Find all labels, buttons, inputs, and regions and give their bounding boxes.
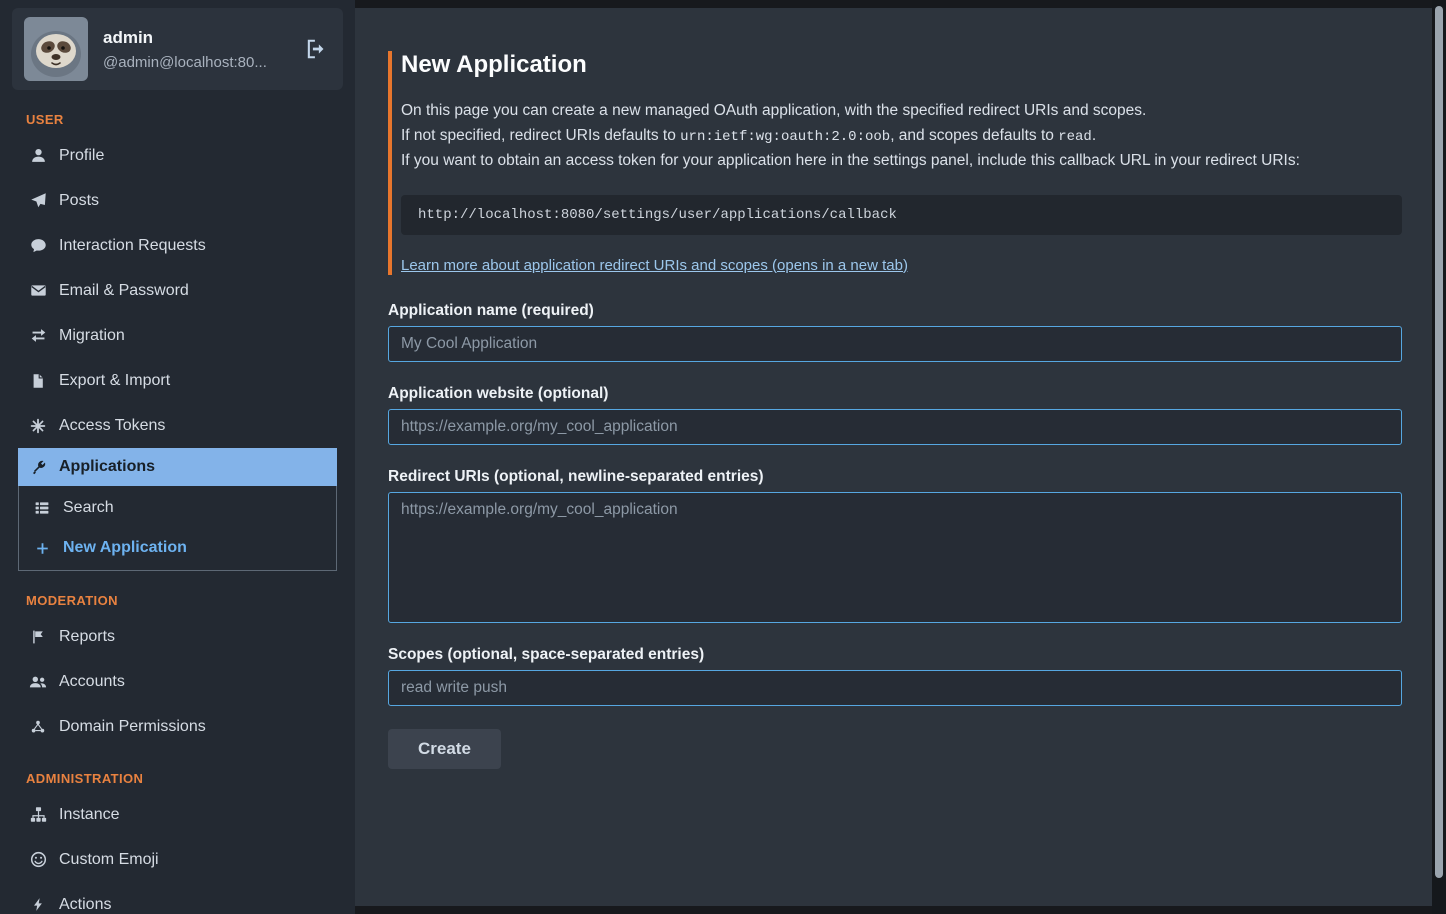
exchange-arrows-icon xyxy=(28,327,48,344)
sidebar-item-custom-emoji[interactable]: Custom Emoji xyxy=(18,837,337,882)
sitemap-icon xyxy=(28,806,48,823)
learn-more-link[interactable]: Learn more about application redirect UR… xyxy=(401,257,908,274)
sidebar-item-domain-permissions[interactable]: Domain Permissions xyxy=(18,704,337,749)
sidebar-nav: USER Profile Posts Interaction Requests … xyxy=(0,112,355,914)
avatar xyxy=(24,17,88,81)
smile-icon xyxy=(28,851,48,868)
scrollbar-track[interactable] xyxy=(1432,0,1446,914)
section-heading-moderation: MODERATION xyxy=(26,593,337,608)
intro-line-2-text: , and scopes defaults to xyxy=(890,127,1058,144)
sidebar-item-instance[interactable]: Instance xyxy=(18,792,337,837)
application-name-label: Application name (required) xyxy=(388,302,1402,320)
tools-icon xyxy=(28,459,48,476)
section-heading-administration: ADMINISTRATION xyxy=(26,771,337,786)
sidebar-item-label: Instance xyxy=(59,806,119,824)
sidebar-item-label: Applications xyxy=(59,458,155,476)
applications-submenu: Search New Application xyxy=(18,486,337,571)
sidebar-item-actions[interactable]: Actions xyxy=(18,882,337,914)
sidebar-item-label: Reports xyxy=(59,628,115,646)
sign-out-icon[interactable] xyxy=(305,38,327,60)
inline-code-oob: urn:ietf:wg:oauth:2.0:oob xyxy=(680,129,890,145)
sidebar-item-reports[interactable]: Reports xyxy=(18,614,337,659)
new-application-form: Application name (required) Application … xyxy=(388,302,1402,769)
new-application-intro: New Application On this page you can cre… xyxy=(388,51,1402,275)
sidebar-item-label: Search xyxy=(63,499,114,517)
sidebar-item-applications-new[interactable]: New Application xyxy=(19,528,336,568)
user-card[interactable]: admin @admin@localhost:80... xyxy=(12,8,343,90)
redirect-uris-textarea[interactable] xyxy=(388,492,1402,623)
sidebar-item-accounts[interactable]: Accounts xyxy=(18,659,337,704)
bolt-icon xyxy=(28,897,48,912)
list-icon xyxy=(32,500,52,516)
intro-line-2: If not specified, redirect URIs defaults… xyxy=(401,124,1402,150)
sidebar-item-label: Export & Import xyxy=(59,372,170,390)
sidebar-item-interaction-requests[interactable]: Interaction Requests xyxy=(18,223,337,268)
sidebar-item-export-import[interactable]: Export & Import xyxy=(18,358,337,403)
sidebar-item-label: Email & Password xyxy=(59,282,189,300)
user-icon xyxy=(28,147,48,164)
sidebar-item-profile[interactable]: Profile xyxy=(18,133,337,178)
paper-plane-icon xyxy=(28,192,48,209)
redirect-uris-label: Redirect URIs (optional, newline-separat… xyxy=(388,468,1402,486)
intro-line-1: On this page you can create a new manage… xyxy=(401,99,1402,124)
user-handle: @admin@localhost:80... xyxy=(103,54,267,71)
sidebar-item-label: Interaction Requests xyxy=(59,237,206,255)
application-website-input[interactable] xyxy=(388,409,1402,445)
comment-icon xyxy=(28,237,48,254)
page-title: New Application xyxy=(401,51,1402,79)
intro-line-3: If you want to obtain an access token fo… xyxy=(401,149,1402,174)
callback-url-codeblock: http://localhost:8080/settings/user/appl… xyxy=(401,195,1402,235)
user-name: admin xyxy=(103,28,267,48)
sidebar-item-label: Access Tokens xyxy=(59,417,165,435)
flag-icon xyxy=(28,629,48,645)
sidebar: admin @admin@localhost:80... USER Profil… xyxy=(0,0,355,914)
inline-code-read: read xyxy=(1058,129,1092,145)
envelope-icon xyxy=(28,282,48,299)
sidebar-item-label: Posts xyxy=(59,192,99,210)
intro-line-2-text: . xyxy=(1092,127,1096,144)
sidebar-item-label: Domain Permissions xyxy=(59,718,206,736)
network-dots-icon xyxy=(28,719,48,735)
asterisk-icon xyxy=(28,418,48,434)
file-export-icon xyxy=(28,373,48,389)
sidebar-item-label: Profile xyxy=(59,147,104,165)
intro-line-2-text: If not specified, redirect URIs defaults… xyxy=(401,127,680,144)
sidebar-item-label: Custom Emoji xyxy=(59,851,159,869)
application-name-input[interactable] xyxy=(388,326,1402,362)
create-button[interactable]: Create xyxy=(388,729,501,769)
sidebar-item-posts[interactable]: Posts xyxy=(18,178,337,223)
user-info: admin @admin@localhost:80... xyxy=(103,28,267,71)
sidebar-item-applications[interactable]: Applications xyxy=(18,448,337,486)
users-icon xyxy=(28,673,48,691)
sidebar-item-migration[interactable]: Migration xyxy=(18,313,337,358)
plus-icon xyxy=(32,541,52,556)
sidebar-item-email-password[interactable]: Email & Password xyxy=(18,268,337,313)
scrollbar-thumb[interactable] xyxy=(1435,6,1443,878)
sidebar-item-access-tokens[interactable]: Access Tokens xyxy=(18,403,337,448)
sidebar-item-applications-search[interactable]: Search xyxy=(19,488,336,528)
sidebar-item-label: Migration xyxy=(59,327,125,345)
sidebar-item-label: Actions xyxy=(59,896,111,914)
application-website-label: Application website (optional) xyxy=(388,385,1402,403)
sidebar-item-label: New Application xyxy=(63,539,187,557)
scopes-label: Scopes (optional, space-separated entrie… xyxy=(388,646,1402,664)
main-content: New Application On this page you can cre… xyxy=(355,8,1432,906)
section-heading-user: USER xyxy=(26,112,337,127)
sidebar-item-label: Accounts xyxy=(59,673,125,691)
scopes-input[interactable] xyxy=(388,670,1402,706)
